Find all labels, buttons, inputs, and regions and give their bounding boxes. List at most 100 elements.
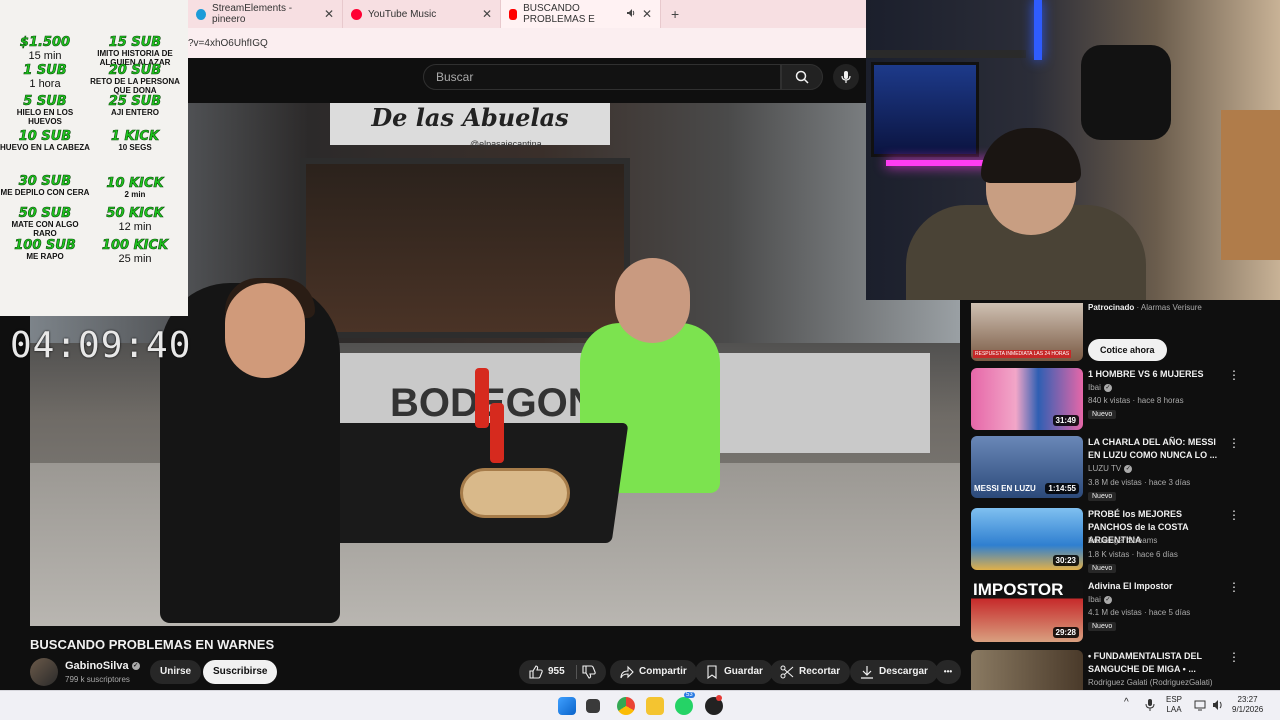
goal-value: 2 min xyxy=(124,190,146,199)
goal-key: $1.500 xyxy=(19,35,71,50)
more-actions-button[interactable]: ••• xyxy=(935,660,961,684)
download-button[interactable]: Descargar xyxy=(850,660,938,684)
system-clock[interactable]: 23:27 9/1/2026 xyxy=(1232,695,1263,715)
video-channel[interactable]: Rodriguez Galati (RodriguezGalati) xyxy=(1088,678,1213,687)
video-title[interactable]: LA CHARLA DEL AÑO: MESSI EN LUZU COMO NU… xyxy=(1088,436,1223,462)
goal-value: AJI ENTERO xyxy=(110,108,159,117)
webcam-cabinet xyxy=(1221,110,1280,260)
tab-streamelements[interactable]: StreamElements - pineero ✕ xyxy=(188,0,343,28)
webcam-led-strip xyxy=(1034,0,1042,60)
new-tab-button[interactable]: + xyxy=(661,6,689,22)
recommended-video[interactable]: 30:23 PROBÉ los MEJORES PANCHOS de la CO… xyxy=(970,508,1270,573)
more-icon[interactable]: ⋮ xyxy=(1228,508,1240,522)
recommended-video[interactable]: MESSI EN LUZU 1:14:55 LA CHARLA DEL AÑO:… xyxy=(970,436,1270,501)
share-button[interactable]: Compartir xyxy=(610,660,697,684)
video-title[interactable]: Adivina El Impostor xyxy=(1088,580,1223,593)
avatar[interactable] xyxy=(30,658,58,686)
more-icon[interactable]: ⋮ xyxy=(1228,650,1240,664)
goal-key: 100 SUB xyxy=(14,238,76,253)
channel-name: LUZU TV xyxy=(1088,464,1122,473)
save-button[interactable]: Guardar xyxy=(695,660,773,684)
close-icon[interactable]: ✕ xyxy=(324,7,334,21)
join-button[interactable]: Unirse xyxy=(150,660,202,684)
mic-tray-icon[interactable] xyxy=(1145,699,1155,714)
channel-name-main[interactable]: GabinoSilva ✓ xyxy=(65,660,140,672)
save-label: Guardar xyxy=(724,666,763,677)
new-badge: Nuevo xyxy=(1088,492,1117,501)
video-title[interactable]: • FUNDAMENTALISTA DEL SANGUCHE DE MIGA •… xyxy=(1088,650,1223,676)
close-icon[interactable]: ✕ xyxy=(482,7,492,21)
like-button[interactable]: 955 xyxy=(519,660,606,684)
goal-item: 25 SUB AJI ENTERO xyxy=(90,95,180,117)
video-channel[interactable]: Brunenger Streams xyxy=(1088,536,1157,545)
video-channel[interactable]: Ibai ✓ xyxy=(1088,595,1112,604)
tray-expand-icon[interactable]: ^ xyxy=(1124,698,1129,708)
windows-start-icon[interactable] xyxy=(558,697,576,715)
goal-value: HIELO EN LOS HUEVOS xyxy=(16,108,74,126)
video-channel[interactable]: LUZU TV ✓ xyxy=(1088,464,1133,473)
goal-item: 5 SUB HIELO EN LOS HUEVOS xyxy=(0,95,90,126)
obs-icon[interactable] xyxy=(705,695,723,715)
address-bar[interactable]: ?v=4xhO6UhfIGQ xyxy=(188,28,866,58)
close-icon[interactable]: ✕ xyxy=(642,7,652,21)
search-input[interactable]: Buscar xyxy=(423,64,781,90)
recommended-video[interactable]: 31:49 1 HOMBRE VS 6 MUJERES Ibai ✓ 840 k … xyxy=(970,368,1270,432)
tab-youtube-music[interactable]: YouTube Music ✕ xyxy=(343,0,501,28)
new-badge: Nuevo xyxy=(1088,622,1117,631)
goal-key: 15 SUB xyxy=(108,35,162,50)
video-thumbnail[interactable]: 30:23 xyxy=(971,508,1083,570)
task-view-icon[interactable] xyxy=(586,699,600,713)
address-bar-text: ?v=4xhO6UhfIGQ xyxy=(188,37,268,49)
chrome-icon[interactable] xyxy=(617,697,635,715)
clip-icon xyxy=(780,665,794,679)
ad-thumbnail[interactable]: RESPUESTA INMEDIATA LAS 24 HORAS xyxy=(971,303,1083,361)
goal-value: 10 SEGS xyxy=(118,143,152,152)
sponsored-label: Patrocinado xyxy=(1088,303,1135,312)
recording-indicator-icon xyxy=(716,695,722,701)
video-scene-bottle xyxy=(475,368,489,428)
goal-value: 15 min xyxy=(28,50,62,62)
video-thumbnail[interactable] xyxy=(971,650,1083,690)
video-scene-person-green-head xyxy=(615,258,690,343)
recommended-video[interactable]: • FUNDAMENTALISTA DEL SANGUCHE DE MIGA •… xyxy=(970,650,1270,690)
search-button[interactable] xyxy=(781,64,823,90)
video-title[interactable]: 1 HOMBRE VS 6 MUJERES xyxy=(1088,368,1223,381)
goal-item: 10 SUB HUEVO EN LA CABEZA xyxy=(0,130,90,152)
more-icon[interactable]: ⋮ xyxy=(1228,436,1240,450)
input-language[interactable]: ESP LAA xyxy=(1166,695,1182,715)
subscribe-button[interactable]: Suscribirse xyxy=(203,660,278,684)
video-thumbnail[interactable]: MESSI EN LUZU 1:14:55 xyxy=(971,436,1083,498)
tab-current-video[interactable]: BUSCANDO PROBLEMAS E ✕ xyxy=(501,0,661,28)
goal-item: 20 SUB RETO DE LA PERSONA QUE DONA xyxy=(90,64,180,95)
video-thumbnail[interactable]: IMPOSTOR 29:28 xyxy=(971,580,1083,642)
dislike-icon[interactable] xyxy=(582,665,596,679)
ad-cta-button[interactable]: Cotice ahora xyxy=(1088,339,1167,361)
like-icon xyxy=(529,665,543,679)
screen: De las Abuelas @elpasajecantina BODEGON … xyxy=(0,0,1280,720)
more-icon[interactable]: ⋮ xyxy=(1228,580,1240,594)
video-channel[interactable]: Ibai ✓ xyxy=(1088,383,1112,392)
folder-icon[interactable] xyxy=(646,697,664,715)
audio-playing-icon[interactable] xyxy=(626,8,636,21)
video-scene-sign-handle: @elpasajecantina xyxy=(470,139,542,149)
whatsapp-icon[interactable]: 53 xyxy=(675,692,695,715)
youtube-icon xyxy=(509,8,518,20)
network-icon[interactable] xyxy=(1194,699,1206,714)
notification-badge: 53 xyxy=(684,692,695,698)
share-label: Compartir xyxy=(639,666,687,677)
recommended-video[interactable]: IMPOSTOR 29:28 Adivina El Impostor Ibai ✓… xyxy=(970,580,1270,644)
tab-label: YouTube Music xyxy=(368,8,437,20)
volume-icon[interactable] xyxy=(1212,699,1224,714)
goal-value: ME RAPO xyxy=(26,252,64,261)
youtube-music-icon xyxy=(351,8,362,20)
voice-search-button[interactable] xyxy=(833,64,859,90)
goal-key: 50 SUB xyxy=(18,206,72,221)
video-thumbnail[interactable]: 31:49 xyxy=(971,368,1083,430)
tab-label: BUSCANDO PROBLEMAS E xyxy=(523,3,595,25)
more-icon[interactable]: ⋮ xyxy=(1228,368,1240,382)
goal-key: 10 SUB xyxy=(18,129,72,144)
clip-button[interactable]: Recortar xyxy=(770,660,851,684)
browser-tab-bar: StreamElements - pineero ✕ YouTube Music… xyxy=(188,0,866,28)
video-meta: 1.8 K vistas · hace 6 días xyxy=(1088,550,1178,559)
goal-key: 30 SUB xyxy=(18,174,72,189)
